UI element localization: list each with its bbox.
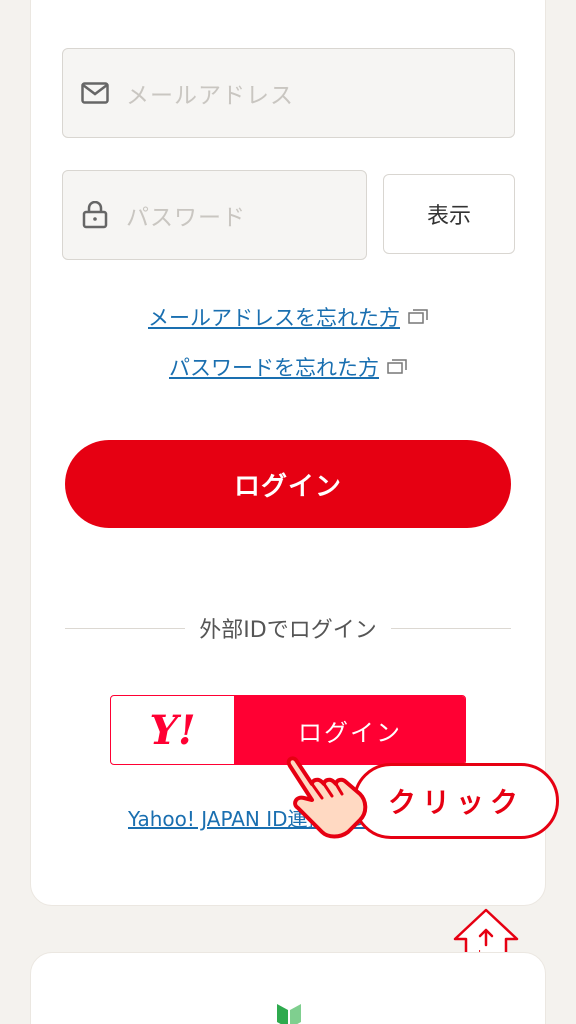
- forgot-email-link[interactable]: メールアドレスを忘れた方: [148, 302, 400, 332]
- external-login-divider: 外部IDでログイン: [0, 612, 576, 644]
- external-window-icon: [408, 309, 428, 325]
- yahoo-logo: Y!: [111, 696, 235, 764]
- login-button[interactable]: ログイン: [65, 440, 511, 528]
- password-placeholder: パスワード: [126, 205, 246, 231]
- show-password-button[interactable]: 表示: [383, 174, 515, 254]
- lock-icon: [80, 200, 110, 230]
- forgot-email-row: メールアドレスを忘れた方: [0, 302, 576, 332]
- click-callout: クリック: [353, 763, 559, 839]
- mail-icon: [80, 78, 110, 108]
- external-login-label: 外部IDでログイン: [185, 618, 391, 643]
- email-field[interactable]: メールアドレス: [62, 48, 515, 138]
- forgot-password-row: パスワードを忘れた方: [0, 352, 576, 382]
- email-placeholder: メールアドレス: [126, 83, 294, 109]
- pointing-hand-icon: [286, 756, 368, 839]
- forgot-password-link[interactable]: パスワードを忘れた方: [169, 352, 379, 382]
- password-field[interactable]: パスワード: [62, 170, 367, 260]
- beginner-mark-icon: [277, 1004, 301, 1024]
- external-window-icon: [387, 359, 407, 375]
